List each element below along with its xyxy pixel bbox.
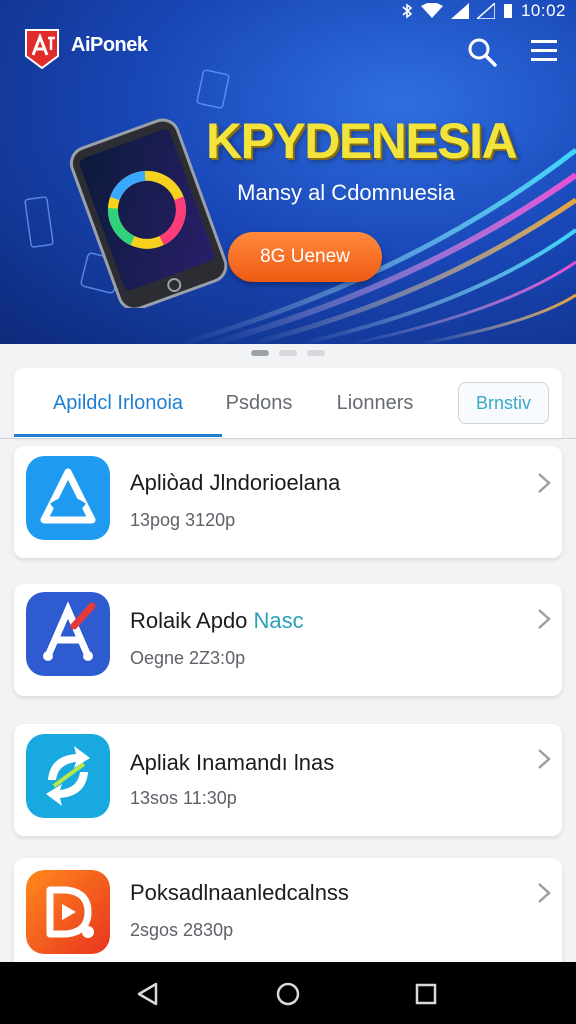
back-icon[interactable] xyxy=(134,980,162,1008)
chevron-right-icon xyxy=(538,473,551,493)
filter-button[interactable]: Brnstiv xyxy=(458,382,549,424)
divider xyxy=(0,438,576,439)
cellular-signal-icon xyxy=(450,3,469,19)
app-meta: 13sos 11:30p xyxy=(130,788,237,808)
hero-banner[interactable]: 10:02 AiPonek KPYDENESIA Mansy al Cdomnu… xyxy=(0,0,576,344)
app-meta: 2sgos 2830p xyxy=(130,920,234,940)
tab-apildcl-irlonoia[interactable]: Apildcl Irlonoia xyxy=(14,368,222,438)
tab-lionners[interactable]: Lionners xyxy=(319,368,431,438)
app-meta: 13pog 3120p xyxy=(130,510,236,530)
app-title: Rolaik Apdo Nasc xyxy=(130,608,304,633)
carousel-indicator xyxy=(0,350,576,356)
list-item[interactable]: Poksadlnaanledcalnss 2sgos 2830p xyxy=(14,858,562,978)
hero-subtitle: Mansy al Cdomnuesia xyxy=(237,180,455,205)
carousel-dot[interactable] xyxy=(251,350,269,356)
recents-icon[interactable] xyxy=(412,980,440,1008)
cellular-signal-2-icon xyxy=(476,3,495,19)
app-title: Apliòad Jlndorioelana xyxy=(130,470,341,495)
hero-title: KPYDENESIA xyxy=(206,113,518,169)
list-item[interactable]: Apliak Inamandı lnas 13sos 11:30p xyxy=(14,724,562,836)
carousel-dot[interactable] xyxy=(307,350,325,356)
chevron-right-icon xyxy=(538,609,551,629)
a-triangle-icon xyxy=(26,456,110,540)
app-logo[interactable] xyxy=(22,28,62,70)
battery-icon xyxy=(503,3,513,19)
active-tab-indicator xyxy=(14,434,222,437)
play-pen-icon xyxy=(26,870,110,954)
system-navigation-bar xyxy=(0,962,576,1024)
app-title: Poksadlnaanledcalnss xyxy=(130,880,349,905)
category-tabs: Apildcl Irlonoia Psdons Lionners Brnstiv xyxy=(14,368,562,438)
carousel-dot[interactable] xyxy=(279,350,297,356)
list-item[interactable]: Apliòad Jlndorioelana 13pog 3120p xyxy=(14,446,562,558)
brand-name: AiPonek xyxy=(71,34,148,56)
app-title: Apliak Inamandı lnas xyxy=(130,750,335,775)
search-icon[interactable] xyxy=(466,36,498,68)
app-bar: AiPonek xyxy=(0,24,576,74)
home-icon[interactable] xyxy=(274,980,302,1008)
chevron-right-icon xyxy=(538,883,551,903)
a-pen-icon xyxy=(26,592,110,676)
hamburger-menu-icon[interactable] xyxy=(529,38,559,64)
wifi-icon xyxy=(420,3,443,19)
status-bar: 10:02 xyxy=(0,0,576,22)
bluetooth-icon xyxy=(401,3,413,19)
status-time: 10:02 xyxy=(520,1,566,20)
chevron-right-icon xyxy=(538,749,551,769)
list-item[interactable]: Rolaik Apdo Nasc Oegne 2Z3:0p xyxy=(14,584,562,696)
hero-cta-button[interactable]: 8G Uenew xyxy=(228,232,382,282)
tab-psdons[interactable]: Psdons xyxy=(209,368,309,438)
app-meta: Oegne 2Z3:0p xyxy=(130,648,246,668)
sync-arrows-icon xyxy=(26,734,110,818)
